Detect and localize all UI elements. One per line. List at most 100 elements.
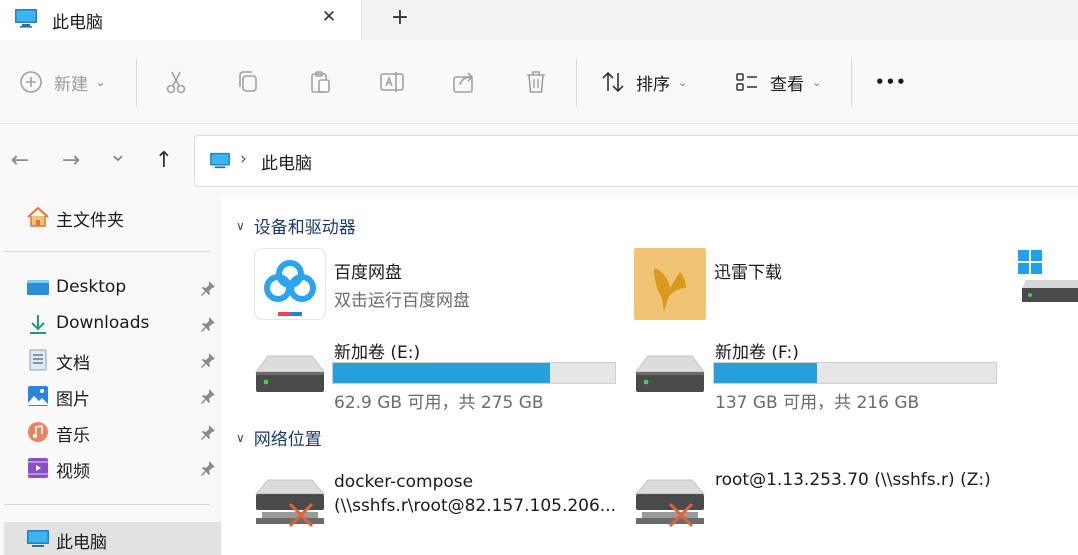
sidebar-item-desktop[interactable]: Desktop: [0, 271, 222, 305]
group-header-label: 网络位置: [253, 430, 322, 450]
up-icon[interactable]: ↑: [149, 146, 179, 176]
sort-label: 排序: [636, 74, 670, 95]
paste-icon: [311, 71, 330, 93]
new-tab-button[interactable]: +: [386, 4, 414, 32]
group-header-network[interactable]: ∨ 网络位置: [236, 425, 322, 450]
drive-usage-bar: [332, 362, 616, 384]
sort-icon: [602, 71, 624, 93]
rename-icon: [380, 72, 404, 92]
network-title: docker-compose: [334, 472, 474, 492]
pin-icon[interactable]: [199, 351, 217, 369]
chevron-down-icon[interactable]: ∨: [236, 431, 245, 445]
sidebar-item-home[interactable]: 主文件夹: [0, 200, 222, 234]
sidebar-divider: [4, 504, 210, 505]
view-button[interactable]: 查看 ⌄: [734, 64, 821, 100]
hard-drive-icon: [255, 355, 325, 392]
copy-button[interactable]: [235, 64, 261, 100]
sidebar-item-documents[interactable]: 文档: [0, 343, 222, 377]
toolbar-divider: [851, 58, 852, 106]
rename-button[interactable]: [379, 64, 405, 100]
plus-circle-icon: [20, 71, 42, 93]
toolbar-divider: [136, 58, 137, 106]
pin-icon[interactable]: [199, 387, 217, 405]
toolbar-divider: [576, 58, 577, 106]
windows-drive-icon: [1018, 250, 1078, 302]
recent-locations-icon[interactable]: ⌄: [103, 140, 133, 170]
back-icon[interactable]: ←: [5, 146, 35, 176]
network-title: root@1.13.253.70 (\\sshfs.r) (Z:): [715, 470, 991, 490]
network-item-docker-compose[interactable]: docker-compose (\\sshfs.r\root@82.157.10…: [254, 468, 634, 534]
address-bar[interactable]: › 此电脑: [194, 135, 1078, 187]
drive-usage-text: 62.9 GB 可用，共 275 GB: [334, 393, 544, 413]
delete-button[interactable]: [523, 64, 549, 100]
picture-icon: [28, 386, 48, 406]
close-icon[interactable]: ✕: [318, 6, 340, 28]
sort-button[interactable]: 排序 ⌄: [600, 64, 687, 100]
drive-usage-text: 137 GB 可用，共 216 GB: [715, 393, 920, 413]
share-button[interactable]: [451, 64, 477, 100]
chevron-down-icon: ⌄: [812, 75, 822, 89]
folder-title: 迅雷下载: [714, 263, 782, 283]
pin-icon[interactable]: [199, 459, 217, 477]
forward-icon[interactable]: →: [56, 146, 86, 176]
drive-item-f[interactable]: 新加卷 (F:) 137 GB 可用，共 216 GB: [634, 334, 1014, 414]
sidebar-item-this-pc[interactable]: 此电脑: [4, 522, 221, 555]
document-icon: [29, 349, 47, 371]
new-button[interactable]: 新建 ⌄: [18, 64, 105, 100]
share-icon: [453, 72, 474, 93]
sidebar-item-label: 文档: [56, 354, 90, 374]
sidebar-item-label: 主文件夹: [56, 211, 124, 231]
copy-icon: [239, 71, 257, 92]
baidu-netdisk-icon: [254, 248, 326, 320]
sidebar-item-label: 音乐: [56, 426, 90, 446]
pin-icon[interactable]: [199, 315, 217, 333]
cut-button[interactable]: [163, 64, 189, 100]
cut-icon: [166, 71, 186, 94]
monitor-icon: [15, 9, 37, 28]
monitor-icon: [27, 530, 49, 547]
pin-icon[interactable]: [199, 279, 217, 297]
sidebar-item-videos[interactable]: 视频: [0, 451, 222, 485]
sidebar-item-music[interactable]: 音乐: [0, 415, 222, 449]
app-item-baidu-netdisk[interactable]: 百度网盘 双击运行百度网盘: [254, 248, 614, 322]
sidebar-divider: [4, 251, 210, 252]
address-row: ← → ⌄ ↑ › 此电脑: [0, 124, 1078, 198]
tab-title: 此电脑: [52, 13, 103, 33]
sidebar-item-label: Downloads: [56, 313, 150, 333]
tab-this-pc[interactable]: 此电脑 ✕: [0, 0, 362, 40]
drive-usage-fill: [714, 363, 818, 383]
sidebar-item-label: Desktop: [56, 277, 127, 297]
toolbar: 新建 ⌄ 排序 ⌄ 查看 ⌄ •••: [0, 40, 1078, 124]
hard-drive-icon: [635, 355, 705, 392]
network-item-root[interactable]: root@1.13.253.70 (\\sshfs.r) (Z:): [634, 468, 1054, 534]
drive-usage-bar: [713, 362, 997, 384]
drive-item-e[interactable]: 新加卷 (E:) 62.9 GB 可用，共 275 GB: [254, 334, 634, 414]
chevron-down-icon[interactable]: ∨: [236, 219, 245, 233]
sidebar-item-label: 图片: [56, 390, 90, 410]
paste-button[interactable]: [307, 64, 333, 100]
sidebar-item-downloads[interactable]: Downloads: [0, 307, 222, 341]
sidebar-item-label: 此电脑: [56, 533, 107, 553]
group-header-label: 设备和驱动器: [253, 218, 356, 238]
tab-bar: 此电脑 ✕ +: [0, 0, 1078, 40]
network-path: (\\sshfs.r\root@82.157.105.206...: [334, 496, 617, 516]
download-icon: [30, 315, 46, 334]
folder-icon: [634, 248, 706, 320]
breadcrumb[interactable]: 此电脑: [261, 149, 312, 174]
more-icon: •••: [875, 73, 907, 91]
content-pane: ∨ 设备和驱动器 百度网盘 双击运行百度网盘 迅雷下载 新加卷 (E:) 62.…: [222, 198, 1078, 555]
app-subtitle: 双击运行百度网盘: [334, 291, 470, 311]
new-label: 新建: [54, 74, 88, 95]
view-label: 查看: [770, 74, 804, 95]
breadcrumb-separator[interactable]: ›: [240, 149, 247, 169]
disconnected-network-drive-icon: [254, 479, 326, 528]
more-button[interactable]: •••: [875, 64, 907, 100]
group-header-devices[interactable]: ∨ 设备和驱动器: [236, 213, 356, 238]
folder-item-xunlei[interactable]: 迅雷下载: [634, 248, 934, 322]
pin-icon[interactable]: [199, 423, 217, 441]
chevron-down-icon: ⌄: [96, 75, 106, 89]
drive-item-system[interactable]: [1018, 250, 1078, 310]
sidebar-item-pictures[interactable]: 图片: [0, 379, 222, 413]
desktop-icon: [27, 280, 49, 295]
disconnected-network-drive-icon: [634, 479, 706, 528]
